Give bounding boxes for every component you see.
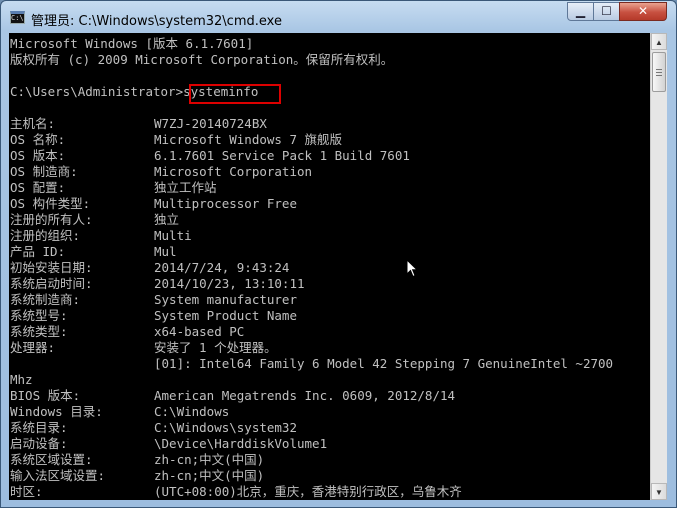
cmd-window: C:\ 管理员: C:\Windows\system32\cmd.exe ▁ ☐… [0,0,677,508]
systeminfo-row: 产品 ID: Mul [10,244,177,260]
systeminfo-row: 处理器: 安装了 1 个处理器。 [10,340,277,356]
title-bar[interactable]: C:\ 管理员: C:\Windows\system32\cmd.exe ▁ ☐… [1,1,676,33]
systeminfo-row: 系统目录: C:\Windows\system32 [10,420,297,436]
systeminfo-value: Multiprocessor Free [154,196,297,211]
systeminfo-key: 注册的所有人: [10,212,93,227]
close-icon: ✕ [637,4,649,18]
systeminfo-row: OS 配置: 独立工作站 [10,180,217,196]
systeminfo-value: Microsoft Windows 7 旗舰版 [154,132,343,147]
scroll-up-button[interactable]: ▲ [651,33,667,50]
systeminfo-value: zh-cn;中文(中国) [154,452,265,467]
close-button[interactable]: ✕ [619,2,667,21]
scroll-thumb[interactable] [652,52,666,92]
systeminfo-value: C:\Windows\system32 [154,420,297,435]
systeminfo-key: OS 构件类型: [10,196,91,211]
systeminfo-key: 产品 ID: [10,244,66,259]
systeminfo-key: 启动设备: [10,436,68,451]
systeminfo-row: 系统制造商: System manufacturer [10,292,297,308]
systeminfo-row: 系统区域设置: zh-cn;中文(中国) [10,452,264,468]
systeminfo-value: (UTC+08:00)北京，重庆，香港特别行政区，乌鲁木齐 [154,484,462,499]
systeminfo-key: OS 制造商: [10,164,78,179]
systeminfo-row: OS 构件类型: Multiprocessor Free [10,196,297,212]
console-header-line: 版权所有 (c) 2009 Microsoft Corporation。保留所有… [10,52,394,67]
systeminfo-row: 时区: (UTC+08:00)北京，重庆，香港特别行政区，乌鲁木齐 [10,484,462,500]
systeminfo-key: 系统型号: [10,308,68,323]
console-output[interactable]: Microsoft Windows [版本 6.1.7601] 版权所有 (c)… [9,33,650,500]
systeminfo-row: 系统型号: System Product Name [10,308,297,324]
systeminfo-key: 系统目录: [10,420,68,435]
maximize-button[interactable]: ☐ [593,2,620,21]
systeminfo-key: 系统制造商: [10,292,81,307]
systeminfo-value: 独立 [154,212,180,227]
systeminfo-key: 处理器: [10,340,56,355]
systeminfo-key: 系统区域设置: [10,452,93,467]
systeminfo-value: \Device\HarddiskVolume1 [154,436,328,451]
systeminfo-key: 注册的组织: [10,228,81,243]
systeminfo-row: OS 版本: 6.1.7601 Service Pack 1 Build 7601 [10,148,410,164]
systeminfo-row: OS 制造商: Microsoft Corporation [10,164,312,180]
systeminfo-value: 2014/7/24, 9:43:24 [154,260,290,275]
systeminfo-row: 输入法区域设置: zh-cn;中文(中国) [10,468,264,484]
systeminfo-row: Windows 目录: C:\Windows [10,404,229,420]
systeminfo-row: 系统启动时间: 2014/10/23, 13:10:11 [10,276,305,292]
systeminfo-value: 6.1.7601 Service Pack 1 Build 7601 [154,148,410,163]
systeminfo-value: 安装了 1 个处理器。 [154,340,277,355]
systeminfo-key: 初始安装日期: [10,260,93,275]
systeminfo-row: OS 名称: Microsoft Windows 7 旗舰版 [10,132,342,148]
systeminfo-value: System manufacturer [154,292,297,307]
systeminfo-value: zh-cn;中文(中国) [154,468,265,483]
systeminfo-key: 系统启动时间: [10,276,93,291]
systeminfo-key: Mhz [10,372,33,387]
systeminfo-value: Mul [154,244,177,259]
systeminfo-value: x64-based PC [154,324,245,339]
systeminfo-value: American Megatrends Inc. 0609, 2012/8/14 [154,388,456,403]
systeminfo-key: OS 配置: [10,180,66,195]
systeminfo-key: 输入法区域设置: [10,468,106,483]
systeminfo-row: 系统类型: x64-based PC [10,324,244,340]
systeminfo-value: 独立工作站 [154,180,217,195]
systeminfo-row: 注册的组织: Multi [10,228,192,244]
systeminfo-value: Multi [154,228,192,243]
systeminfo-key: BIOS 版本: [10,388,81,403]
systeminfo-key: OS 版本: [10,148,66,163]
systeminfo-row: 注册的所有人: 独立 [10,212,179,228]
mouse-pointer-icon [406,259,418,278]
minimize-button[interactable]: ▁ [567,2,594,21]
console-header-line: Microsoft Windows [版本 6.1.7601] [10,36,254,51]
systeminfo-row: BIOS 版本: American Megatrends Inc. 0609, 2… [10,388,455,404]
systeminfo-value: W7ZJ-20140724BX [154,116,267,131]
systeminfo-key: 时区: [10,484,43,499]
minimize-icon: ▁ [575,4,586,18]
command-highlight-box [189,84,281,104]
systeminfo-key: OS 名称: [10,132,66,147]
prompt-path: C:\Users\Administrator> [10,84,184,99]
systeminfo-key: 系统类型: [10,324,68,339]
systeminfo-value: [01]: Intel64 Family 6 Model 42 Stepping… [154,356,614,371]
systeminfo-row: Mhz [10,372,33,388]
scroll-down-arrow-icon: ▼ [655,488,663,497]
systeminfo-key: Windows 目录: [10,404,103,419]
vertical-scrollbar[interactable]: ▲ ▼ [650,33,667,500]
scroll-down-button[interactable]: ▼ [651,483,667,500]
maximize-icon: ☐ [601,4,612,18]
systeminfo-row: 初始安装日期: 2014/7/24, 9:43:24 [10,260,289,276]
systeminfo-value: Microsoft Corporation [154,164,313,179]
systeminfo-value: System Product Name [154,308,297,323]
systeminfo-value: C:\Windows [154,404,230,419]
systeminfo-value: 2014/10/23, 13:10:11 [154,276,305,291]
window-title: 管理员: C:\Windows\system32\cmd.exe [31,14,282,29]
systeminfo-row: 启动设备: \Device\HarddiskVolume1 [10,436,327,452]
cmd-icon[interactable]: C:\ [10,11,25,24]
systeminfo-key: 主机名: [10,116,56,131]
scroll-up-arrow-icon: ▲ [655,38,663,47]
systeminfo-row: 主机名: W7ZJ-20140724BX [10,116,267,132]
